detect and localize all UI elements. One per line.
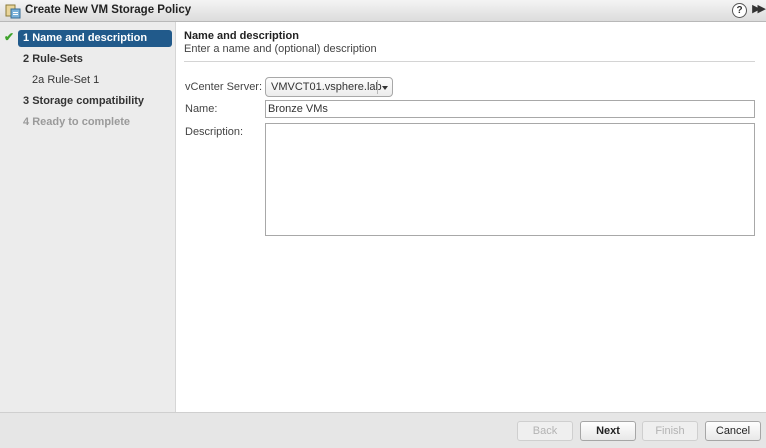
step-label: Storage compatibility: [32, 95, 145, 107]
name-input[interactable]: [265, 100, 755, 118]
step-ready-to-complete: 4 Ready to complete: [18, 114, 130, 131]
cancel-button[interactable]: Cancel: [705, 421, 761, 441]
next-button[interactable]: Next: [580, 421, 636, 441]
step-number: 3: [23, 95, 30, 107]
name-label: Name:: [185, 103, 218, 115]
vcenter-server-value: VMVCT01.vsphere.lab: [271, 81, 382, 93]
vcenter-server-label: vCenter Server:: [185, 81, 263, 93]
description-textarea[interactable]: [265, 123, 755, 236]
dialog-title: Create New VM Storage Policy: [25, 4, 192, 16]
step-label: Rule-Sets: [32, 53, 83, 65]
step-label: Rule-Set 1: [47, 74, 100, 86]
dialog-title-bar: Create New VM Storage Policy ? ▶▶: [0, 0, 766, 22]
step-storage-compatibility[interactable]: 3 Storage compatibility: [18, 93, 144, 110]
step-number: 2: [23, 53, 30, 65]
step-number: 4: [23, 116, 30, 128]
step-number: 2a: [32, 74, 45, 86]
wizard-steps-sidebar: ✔ 1 Name and description 2 Rule-Sets 2a …: [0, 22, 176, 412]
description-label: Description:: [185, 126, 244, 138]
finish-button: Finish: [642, 421, 698, 441]
step-label: Name and description: [32, 32, 148, 44]
chevron-down-icon[interactable]: [382, 86, 388, 90]
step-name-and-description[interactable]: 1 Name and description: [18, 30, 172, 47]
page-title: Name and description: [184, 30, 299, 42]
completed-check-icon: ✔: [4, 30, 15, 44]
step-rule-sets[interactable]: 2 Rule-Sets: [18, 51, 83, 68]
wizard-footer: Back Next Finish Cancel: [0, 412, 766, 448]
step-rule-set-1[interactable]: 2a Rule-Set 1: [32, 72, 99, 89]
step-number: 1: [23, 32, 30, 44]
vcenter-server-select[interactable]: VMVCT01.vsphere.lab: [265, 77, 393, 97]
wizard-content: Name and description Enter a name and (o…: [176, 22, 766, 412]
storage-policy-icon: [5, 4, 21, 19]
step-label: Ready to complete: [32, 116, 130, 128]
page-subtitle: Enter a name and (optional) description: [184, 43, 377, 55]
help-icon[interactable]: ?: [732, 3, 747, 18]
divider: [184, 61, 755, 62]
select-separator: [377, 80, 378, 94]
expand-icon[interactable]: ▶▶: [752, 2, 766, 15]
back-button: Back: [517, 421, 573, 441]
